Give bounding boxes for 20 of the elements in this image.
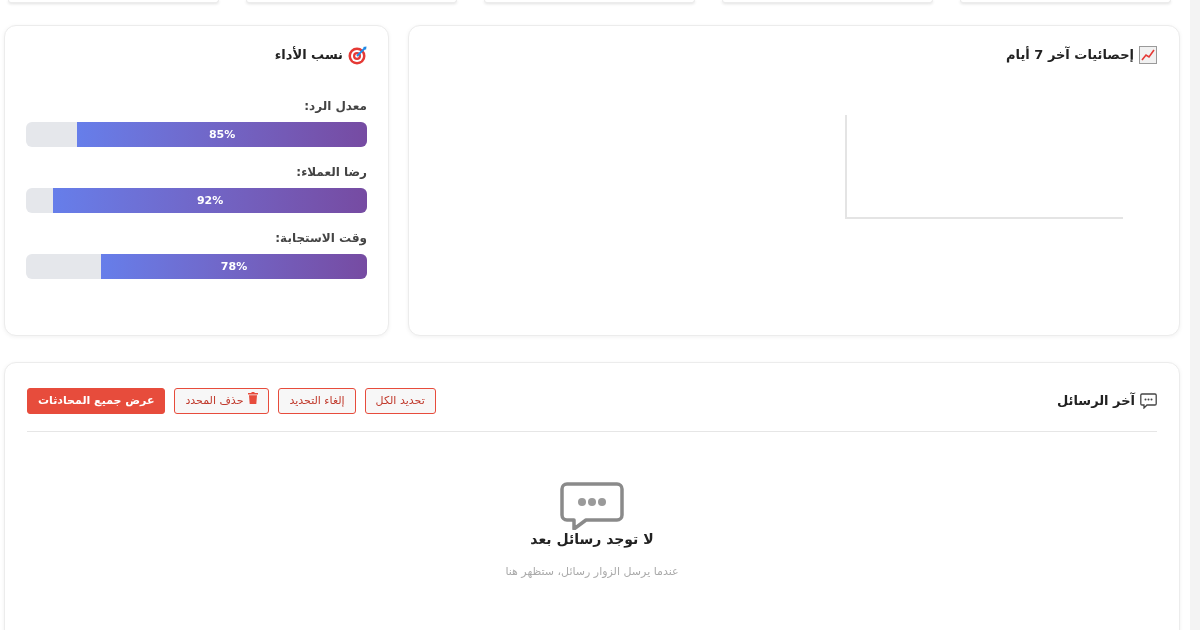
metric-label: وقت الاستجابة: xyxy=(275,230,367,246)
deselect-button[interactable]: إلغاء التحديد xyxy=(278,388,356,414)
view-all-button[interactable]: عرض جميع المحادثات xyxy=(27,388,166,414)
empty-state-title: لا توجد رسائل بعد xyxy=(530,530,654,548)
progress-reading: 85% xyxy=(208,127,236,142)
card-title: آخر الرسائل xyxy=(1057,391,1135,411)
trash-icon xyxy=(248,392,259,404)
card-title: نسب الأداء xyxy=(274,45,343,65)
metric-label: رضا العملاء: xyxy=(296,164,367,180)
target-icon xyxy=(348,45,367,65)
chart-icon xyxy=(1139,46,1157,64)
metric-label: معدل الرد: xyxy=(304,98,367,114)
select-all-button[interactable]: تحديد الكل xyxy=(364,388,436,414)
empty-state-text: عندما يرسل الزوار رسائل، ستظهر هنا xyxy=(505,564,679,580)
progress-reading: 78% xyxy=(220,259,248,274)
card-title: إحصائيات آخر 7 أيام xyxy=(1006,45,1134,65)
chat-bubble-icon xyxy=(560,482,624,530)
progress-reading: 92% xyxy=(196,193,224,208)
chat-icon xyxy=(1140,393,1157,409)
delete-selected-button[interactable]: حذف المحدد xyxy=(174,388,270,414)
